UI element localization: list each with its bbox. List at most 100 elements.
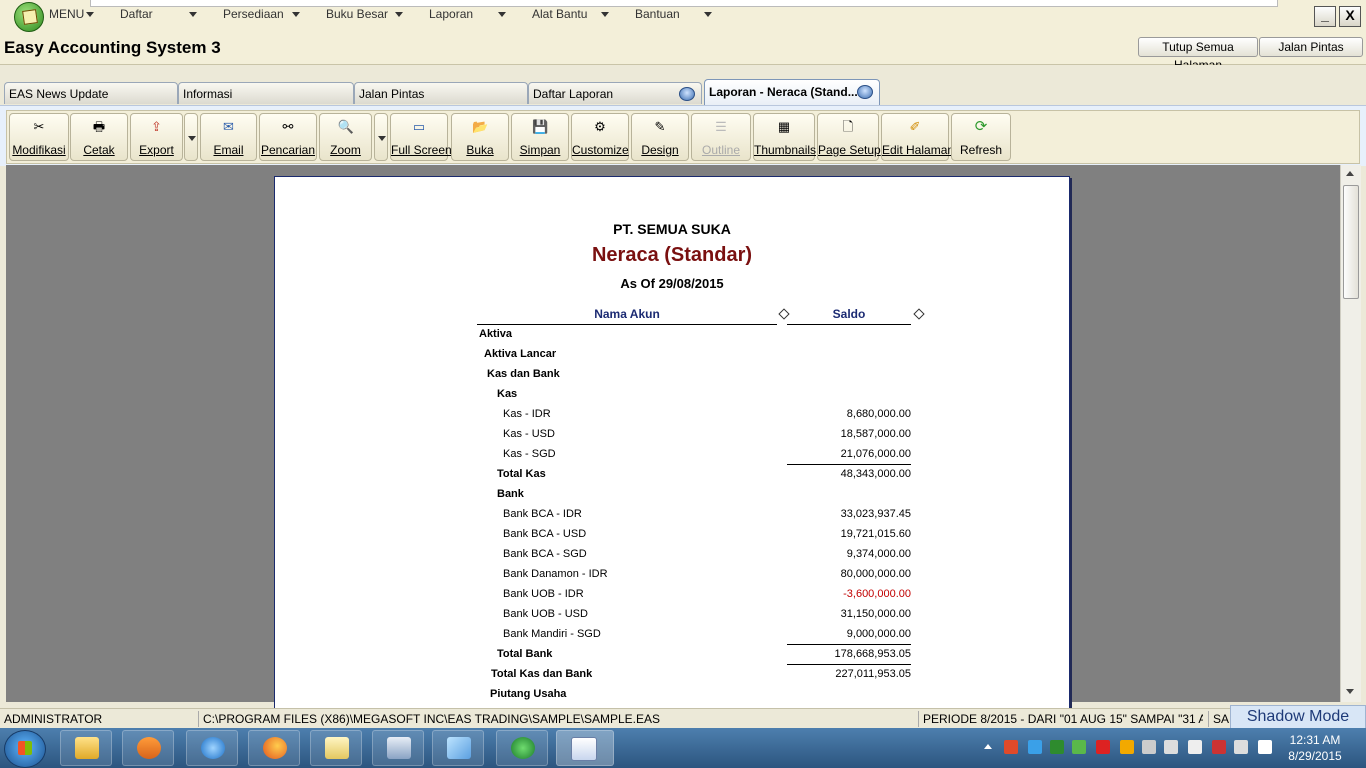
menu-item-persediaan[interactable]: Persediaan [223, 7, 284, 21]
open-file-icon: 📂 [472, 119, 489, 134]
simpan-button[interactable]: 💾 Simpan [511, 113, 569, 161]
tools-icon: ✂ [33, 119, 45, 134]
tab-laporan-neraca[interactable]: Laporan - Neraca (Stand... [704, 79, 880, 105]
shortcut-button[interactable]: Jalan Pintas [1259, 37, 1363, 57]
report-viewport[interactable]: PT. SEMUA SUKA Neraca (Standar) As Of 29… [6, 165, 1340, 718]
tab-eas-news-update[interactable]: EAS News Update [4, 82, 178, 104]
design-button[interactable]: ✎ Design [631, 113, 689, 161]
clock-time: 12:31 AM [1289, 733, 1341, 747]
start-button[interactable] [4, 730, 46, 768]
design-icon: ✎ [654, 119, 666, 134]
bluetooth-icon[interactable] [1142, 740, 1156, 754]
chevron-down-icon[interactable] [292, 12, 300, 17]
media-player-icon [137, 737, 161, 759]
report-company: PT. SEMUA SUKA [613, 221, 731, 237]
taskbar-media-player[interactable] [122, 730, 174, 766]
taskbar-paint[interactable] [432, 730, 484, 766]
menu-popup-edge [90, 0, 1278, 7]
pencarian-button[interactable]: ⚯ Pencarian [259, 113, 317, 161]
folder-icon [75, 737, 99, 759]
menu-bar: MENU Daftar Persediaan Buku Besar Lapora… [0, 0, 1366, 32]
tray-expand-icon[interactable] [984, 744, 992, 749]
thumbnails-button[interactable]: ▦ Thumbnails [753, 113, 817, 161]
volume-icon[interactable] [1234, 740, 1248, 754]
customize-button[interactable]: ⚙ Customize [571, 113, 629, 161]
button-label: Thumbnails [754, 143, 817, 157]
chevron-down-icon[interactable] [86, 12, 94, 17]
chevron-down-icon[interactable] [395, 12, 403, 17]
tab-label: Informasi [183, 87, 233, 101]
report-row-label: Bank UOB - USD [503, 608, 588, 620]
tray-shield-icon[interactable] [1096, 740, 1110, 754]
taskbar-eas[interactable] [556, 730, 614, 766]
column-header-balance[interactable]: Saldo [787, 307, 911, 321]
column-header-account[interactable]: Nama Akun [477, 307, 777, 321]
chevron-down-icon[interactable] [498, 12, 506, 17]
menu-item-daftar[interactable]: Daftar [120, 7, 153, 21]
zoom-button[interactable]: 🔍 Zoom [319, 113, 372, 161]
menu-item-buku-besar[interactable]: Buku Besar [326, 7, 388, 21]
chevron-down-icon[interactable] [189, 12, 197, 17]
printer-icon: 🖶 [92, 119, 106, 134]
report-row-label: Bank UOB - IDR [503, 588, 584, 600]
tab-label: EAS News Update [9, 87, 109, 101]
taskbar-explorer[interactable] [60, 730, 112, 766]
full-screen-button[interactable]: ▭ Full Screen [390, 113, 452, 161]
minimize-button[interactable]: _ [1314, 6, 1336, 27]
export-button[interactable]: ⇪ Export [130, 113, 183, 161]
tab-daftar-laporan[interactable]: Daftar Laporan [528, 82, 702, 104]
buka-button[interactable]: 📂 Buka [451, 113, 509, 161]
export-dropdown-button[interactable] [184, 113, 198, 161]
scroll-up-icon[interactable] [1346, 171, 1354, 176]
chevron-down-icon [188, 136, 196, 141]
chevron-down-icon[interactable] [601, 12, 609, 17]
tray-app-icon[interactable] [1164, 740, 1178, 754]
edit-halaman-button[interactable]: ✐ Edit Halaman [881, 113, 954, 161]
tray-app-icon[interactable] [1072, 740, 1086, 754]
email-button[interactable]: ✉ Email [200, 113, 257, 161]
vertical-scrollbar[interactable] [1340, 165, 1361, 702]
network-icon[interactable] [1212, 740, 1226, 754]
app-logo-icon[interactable] [14, 2, 44, 32]
shadow-mode-indicator[interactable]: Shadow Mode [1230, 705, 1366, 729]
close-button[interactable]: X [1339, 6, 1361, 27]
taskbar-firefox[interactable] [248, 730, 300, 766]
tab-close-icon[interactable] [857, 85, 873, 99]
menu-item-laporan[interactable]: Laporan [429, 7, 473, 21]
tab-label: Laporan - Neraca (Stand... [709, 85, 858, 99]
tab-close-icon[interactable] [679, 87, 695, 101]
menu-item-bantuan[interactable]: Bantuan [635, 7, 680, 21]
refresh-button[interactable]: ⟳ Refresh [951, 113, 1011, 161]
tray-app-icon[interactable] [1188, 740, 1202, 754]
tray-app-icon[interactable] [1120, 740, 1134, 754]
toolbar-area: ✂ Modifikasi 🖶 Cetak ⇪ Export ✉ Email ⚯ Penca… [0, 105, 1366, 166]
column-sort-icon[interactable] [913, 308, 925, 320]
fullscreen-icon: ▭ [412, 119, 426, 134]
chevron-down-icon[interactable] [704, 12, 712, 17]
scrollbar-thumb[interactable] [1343, 185, 1359, 299]
report-title: Neraca (Standar) [591, 244, 753, 266]
menu-item-alat-bantu[interactable]: Alat Bantu [532, 7, 587, 21]
close-all-pages-button[interactable]: Tutup Semua Halaman [1138, 37, 1258, 72]
cetak-button[interactable]: 🖶 Cetak [70, 113, 128, 161]
page-setup-button[interactable]: 🗋 Page Setup [817, 113, 881, 161]
taskbar-windows-app[interactable] [372, 730, 424, 766]
button-label: Simpan [519, 143, 561, 157]
scroll-down-icon[interactable] [1346, 689, 1354, 694]
tray-app-icon[interactable] [1258, 740, 1272, 754]
window-icon [387, 737, 411, 759]
zoom-dropdown-button[interactable] [374, 113, 388, 161]
tray-check-icon[interactable] [1050, 740, 1064, 754]
menu-label[interactable]: MENU [49, 7, 84, 21]
taskbar-clock[interactable]: 12:31 AM 8/29/2015 [1286, 732, 1344, 764]
tab-jalan-pintas[interactable]: Jalan Pintas [354, 82, 528, 104]
modifikasi-button[interactable]: ✂ Modifikasi [9, 113, 69, 161]
tray-app-icon[interactable] [1004, 740, 1018, 754]
taskbar-network[interactable] [496, 730, 548, 766]
outline-button[interactable]: ☰ Outline [691, 113, 751, 161]
tab-informasi[interactable]: Informasi [178, 82, 354, 104]
taskbar-notepad[interactable] [310, 730, 362, 766]
tray-app-icon[interactable] [1028, 740, 1042, 754]
report-toolbar: ✂ Modifikasi 🖶 Cetak ⇪ Export ✉ Email ⚯ Penca… [6, 110, 1360, 164]
taskbar-internet-explorer[interactable] [186, 730, 238, 766]
